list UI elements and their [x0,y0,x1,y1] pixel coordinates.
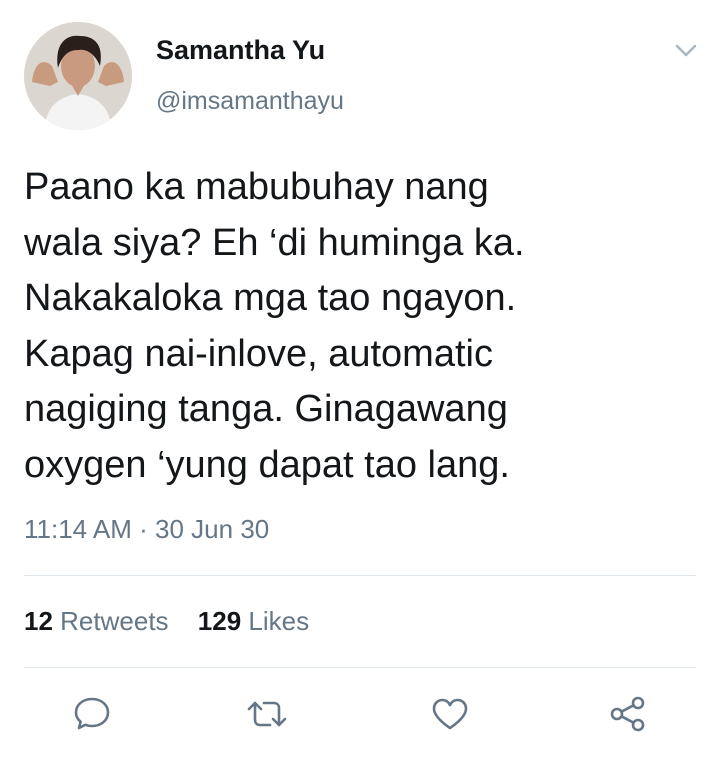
retweets-stat[interactable]: 12 Retweets [24,606,169,637]
heart-icon [432,698,468,730]
tweet-text-line: Nakakaloka mga tao ngayon. [24,277,517,319]
avatar[interactable] [24,22,132,130]
retweets-count: 12 [24,606,53,636]
tweet-text-line: Paano ka mabubuhay nang [24,166,489,208]
tweet-text-line: nagiging tanga. Ginagawang [24,388,508,430]
retweet-arrows-icon [247,701,287,727]
share-button[interactable] [606,694,650,734]
user-handle[interactable]: @imsamanthayu [156,86,344,116]
divider [24,667,696,668]
divider [24,575,696,576]
retweets-label: Retweets [60,606,169,636]
display-name[interactable]: Samantha Yu [156,34,325,66]
tweet-timestamp[interactable]: 11:14 AM · 30 Jun 30 [24,514,269,545]
likes-count: 129 [197,606,242,636]
like-button[interactable] [428,694,472,734]
likes-label: Likes [248,606,310,636]
speech-bubble-icon [74,697,110,730]
chevron-down-icon[interactable] [670,38,702,64]
tweet-text-line: Kapag nai-inlove, automatic [24,332,493,375]
tweet-text: Paano ka mabubuhay nang wala siya? Eh ‘d… [24,160,704,493]
profile-photo-icon [24,22,132,130]
tweet-text-line: oxygen ‘yung dapat tao lang. [24,443,510,486]
share-nodes-icon [610,696,645,732]
retweet-button[interactable] [245,694,289,734]
reply-button[interactable] [70,694,114,734]
tweet-text-line: wala siya? Eh ‘di huminga ka. [24,221,525,264]
tweet-stats: 12 Retweets 129 Likes [24,606,309,637]
likes-stat[interactable]: 129 Likes [198,606,309,637]
